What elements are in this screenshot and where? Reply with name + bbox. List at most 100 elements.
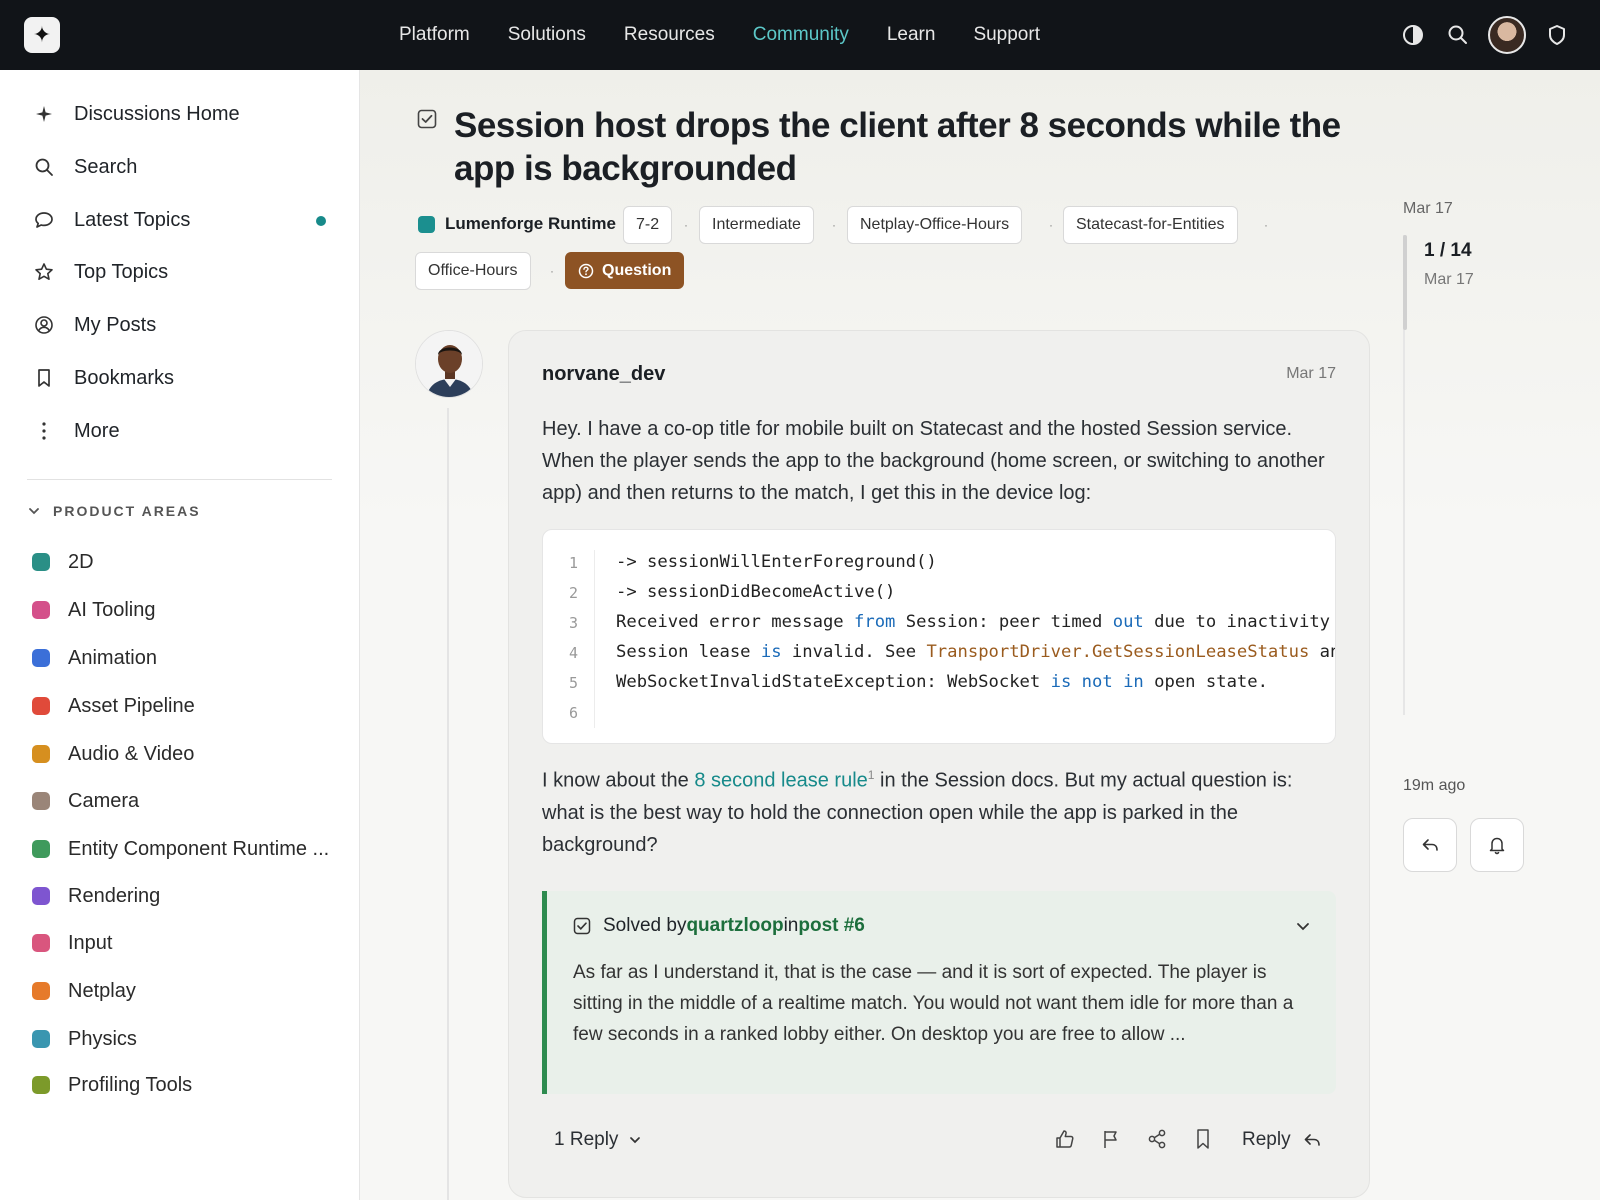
top-nav-bar: ✦ Platform Solutions Resources Community… <box>0 0 1600 70</box>
reply-button[interactable]: Reply <box>1242 1129 1321 1151</box>
topic-title: Session host drops the client after 8 se… <box>454 106 1341 188</box>
sidebar-item-latest-topics[interactable]: Latest Topics <box>32 205 190 235</box>
code-line: Session lease is invalid. See TransportD… <box>616 642 1335 662</box>
reply-count-label: 1 Reply <box>554 1129 619 1150</box>
search-icon[interactable] <box>1445 22 1471 48</box>
category-label: Entity Component Runtime ... <box>68 837 330 860</box>
chat-bubble-icon <box>32 208 56 232</box>
share-icon[interactable] <box>1145 1127 1169 1151</box>
bookmark-icon[interactable] <box>1191 1127 1215 1151</box>
sidebar-category-item[interactable]: Entity Component Runtime ... <box>32 834 329 864</box>
badge-label: Question <box>602 261 672 279</box>
nav-resources[interactable]: Resources <box>624 24 715 46</box>
nav-learn[interactable]: Learn <box>887 24 936 46</box>
sparkle-icon <box>32 102 56 126</box>
timeline-post-counter: 1 / 14 <box>1424 240 1472 261</box>
category-label: Asset Pipeline <box>68 694 195 717</box>
timeline-reply-button[interactable] <box>1403 818 1457 872</box>
code-block: 1 2 3 4 5 6 -> sessionWillEnterForegroun… <box>542 529 1336 744</box>
solver-user-link[interactable]: quartzloop <box>686 915 783 937</box>
post-author[interactable]: norvane_dev <box>542 363 665 386</box>
tag-office-hours[interactable]: Office-Hours <box>415 252 531 290</box>
post-paragraph-1: Hey. I have a co-op title for mobile bui… <box>542 418 1325 504</box>
lease-rule-link[interactable]: 8 second lease rule <box>694 770 867 792</box>
reply-arrow-icon <box>1304 1134 1320 1146</box>
logo-sparkle-icon[interactable]: ✦ <box>24 17 60 53</box>
sidebar-category-item[interactable]: Physics <box>32 1024 137 1054</box>
theme-toggle-icon[interactable] <box>1400 22 1426 48</box>
code-gutter <box>543 550 595 728</box>
unread-dot <box>316 216 326 226</box>
solved-excerpt: As far as I understand it, that is the c… <box>573 962 1294 1045</box>
tag-intermediate[interactable]: Intermediate <box>699 206 814 244</box>
tag-7-2[interactable]: 7-2 <box>623 206 673 244</box>
user-avatar[interactable] <box>1488 16 1526 54</box>
category-color-swatch <box>32 553 50 571</box>
post-card: norvane_dev Mar 17 Hey. I have a co-op t… <box>508 330 1370 1198</box>
tag-netplay-office-hours[interactable]: Netplay-Office-Hours <box>847 206 1023 244</box>
sidebar-item-my-posts[interactable]: My Posts <box>32 310 156 340</box>
product-areas-toggle[interactable]: PRODUCT AREAS <box>27 503 201 519</box>
solved-box: Solved by quartzloop in post #6 As far a… <box>542 891 1336 1094</box>
sidebar-item-search[interactable]: Search <box>32 152 137 182</box>
sidebar-category-item[interactable]: Rendering <box>32 881 160 911</box>
sidebar-category-item[interactable]: 2D <box>32 547 94 577</box>
sidebar-item-label: Search <box>74 155 138 178</box>
line-number: 1 <box>569 554 579 572</box>
sidebar-item-top-topics[interactable]: Top Topics <box>32 257 168 287</box>
sidebar-item-bookmarks[interactable]: Bookmarks <box>32 363 174 393</box>
shield-icon[interactable] <box>1544 22 1570 48</box>
nav-solutions[interactable]: Solutions <box>508 24 586 46</box>
chevron-down-icon[interactable] <box>1294 917 1312 935</box>
tag-separator: · <box>684 218 688 232</box>
author-avatar[interactable] <box>415 330 483 398</box>
sidebar-category-item[interactable]: Netplay <box>32 976 136 1006</box>
tag-separator: · <box>550 264 554 278</box>
nav-support[interactable]: Support <box>973 24 1040 46</box>
topic-category[interactable]: Lumenforge Runtime <box>418 214 616 234</box>
sidebar-category-item[interactable]: Profiling Tools <box>32 1070 192 1100</box>
bookmark-icon <box>32 366 56 390</box>
sidebar-category-item[interactable]: Asset Pipeline <box>32 691 195 721</box>
category-color-swatch <box>32 649 50 667</box>
solution-post-link[interactable]: post #6 <box>798 915 865 937</box>
post-date[interactable]: Mar 17 <box>1286 365 1336 383</box>
category-label: Input <box>68 931 113 954</box>
thread-line <box>447 408 449 1200</box>
star-icon <box>32 260 56 284</box>
timeline-start-date[interactable]: Mar 17 <box>1403 200 1453 218</box>
code-line: -> sessionDidBecomeActive() <box>616 582 896 602</box>
notification-bell-button[interactable] <box>1470 818 1524 872</box>
category-color-swatch <box>32 982 50 1000</box>
question-badge: Question <box>565 252 685 289</box>
sidebar-item-discussions-home[interactable]: Discussions Home <box>32 99 240 129</box>
sidebar-category-item[interactable]: Audio & Video <box>32 739 194 769</box>
category-label: Profiling Tools <box>68 1073 193 1096</box>
category-color-swatch <box>32 697 50 715</box>
tag-statecast-for-entities[interactable]: Statecast-for-Entities <box>1063 206 1238 244</box>
timeline-scroll-handle[interactable] <box>1403 235 1407 330</box>
sidebar-category-item[interactable]: AI Tooling <box>32 595 155 625</box>
sidebar-category-item[interactable]: Input <box>32 928 112 958</box>
sidebar-item-label: Latest Topics <box>74 208 191 231</box>
sidebar: Discussions Home Search Latest Topics To… <box>0 70 360 1200</box>
category-color-swatch <box>32 840 50 858</box>
nav-community[interactable]: Community <box>753 24 849 46</box>
solved-header: Solved by quartzloop in post #6 <box>573 915 865 937</box>
chevron-down-icon <box>29 508 39 515</box>
flag-icon[interactable] <box>1099 1127 1123 1151</box>
sidebar-category-item[interactable]: Animation <box>32 643 157 673</box>
nav-platform[interactable]: Platform <box>399 24 470 46</box>
sidebar-item-more[interactable]: More <box>32 416 120 446</box>
post-paragraph-2: I know about the 8 second lease rule1 in… <box>542 768 1293 856</box>
post-actions: 1 Reply Reply <box>509 1109 1371 1169</box>
search-icon <box>32 155 56 179</box>
tag-separator: · <box>832 218 836 232</box>
timeline-last-activity[interactable]: 19m ago <box>1403 777 1465 795</box>
reply-button-label: Reply <box>1242 1129 1291 1150</box>
sidebar-category-item[interactable]: Camera <box>32 786 139 816</box>
like-thumb-icon[interactable] <box>1053 1127 1077 1151</box>
replies-toggle[interactable]: 1 Reply <box>554 1129 642 1151</box>
line-number: 4 <box>569 644 579 662</box>
category-label: Camera <box>68 789 140 812</box>
